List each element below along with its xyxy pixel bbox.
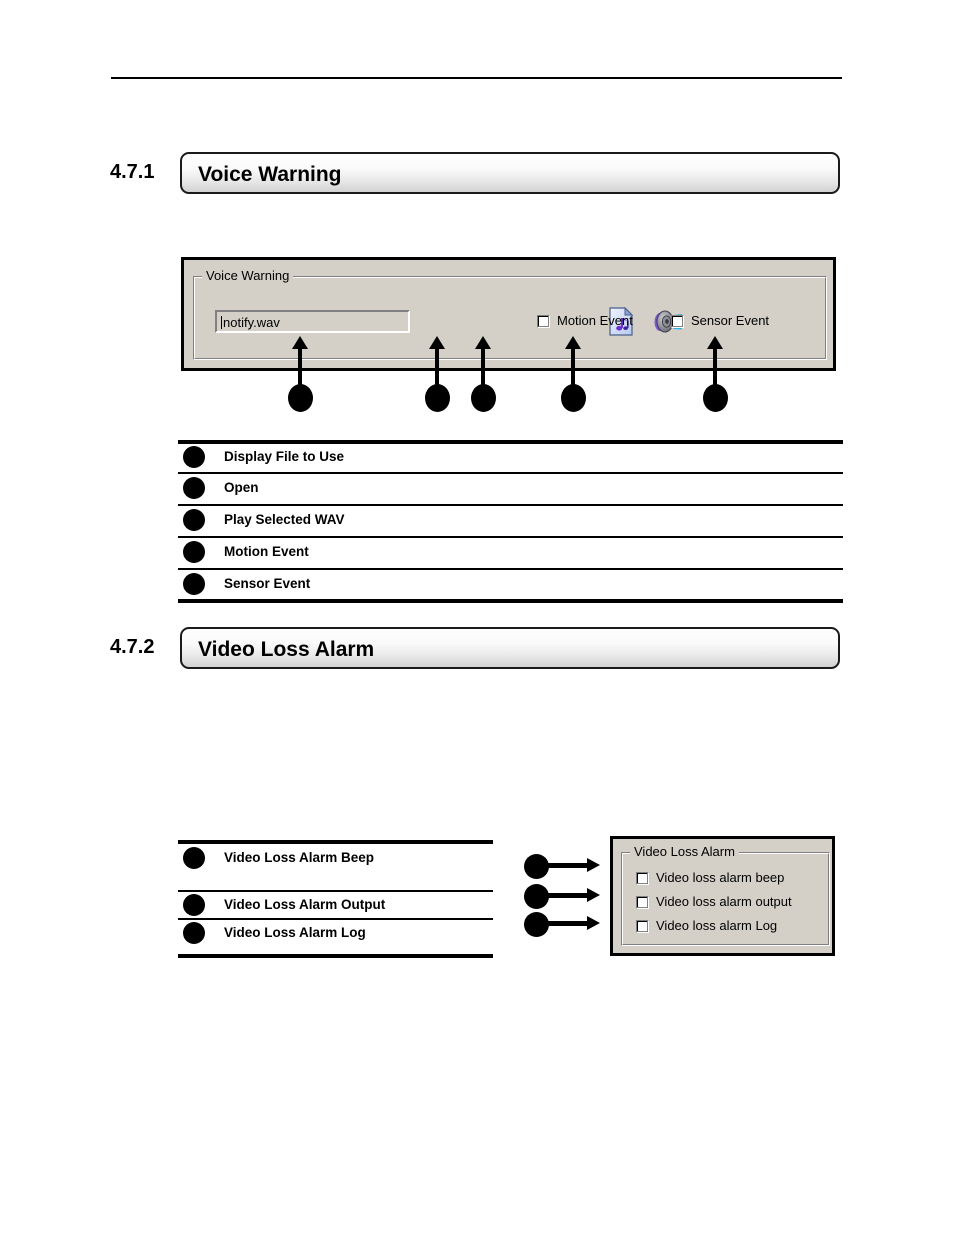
callout-bullet	[183, 573, 205, 595]
section-number: 4.7.1	[110, 161, 155, 183]
checkbox-video-loss-alarm-beep[interactable]: Video loss alarm beep	[636, 870, 784, 886]
callout-label: Display File to Use	[224, 449, 345, 464]
callout-bullet	[183, 541, 205, 563]
callout-label: Video Loss Alarm Beep	[224, 850, 375, 865]
section-number: 4.7.2	[110, 636, 155, 658]
checkbox-icon[interactable]	[671, 314, 684, 328]
checkbox-label: Video loss alarm output	[656, 894, 792, 909]
checkbox-label: Video loss alarm Log	[656, 918, 778, 933]
checkbox-sensor-event[interactable]: Sensor Event	[671, 313, 769, 329]
checkbox-icon[interactable]	[636, 919, 649, 933]
wav-file-value: notify.wav	[223, 315, 280, 330]
checkbox-icon[interactable]	[537, 314, 550, 328]
groupbox-label: Voice Warning	[202, 268, 294, 283]
callout-label: Video Loss Alarm Log	[224, 925, 366, 940]
checkbox-label: Video loss alarm beep	[656, 870, 785, 885]
groupbox-label: Video Loss Alarm	[630, 844, 739, 859]
list-item: Play Selected WAV	[178, 506, 843, 536]
callout-bullet	[183, 477, 205, 499]
checkbox-icon[interactable]	[636, 895, 649, 909]
callout-bullet	[183, 509, 205, 531]
text-caret	[221, 316, 222, 329]
checkbox-video-loss-alarm-log[interactable]: Video loss alarm Log	[636, 918, 777, 934]
checkbox-motion-event[interactable]: Motion Event	[537, 313, 633, 329]
checkbox-icon[interactable]	[636, 871, 649, 885]
voice-warning-dialog: Voice Warning notify.wav Motion Event Se…	[181, 257, 836, 371]
checkbox-video-loss-alarm-output[interactable]: Video loss alarm output	[636, 894, 792, 910]
page-title: Video Loss Alarm	[198, 638, 375, 661]
callout-label: Sensor Event	[224, 576, 311, 591]
section-title-bar: Voice Warning	[180, 152, 840, 194]
checkbox-label: Motion Event	[557, 313, 633, 328]
list-item: Open	[178, 474, 843, 504]
callout-bullet	[183, 894, 205, 916]
list-item: Motion Event	[178, 538, 843, 568]
list-item: Video Loss Alarm Output	[178, 892, 493, 918]
checkbox-label: Sensor Event	[691, 313, 770, 328]
video-loss-alarm-dialog: Video Loss Alarm Video loss alarm beep V…	[610, 836, 835, 956]
page-header-rule	[111, 77, 842, 79]
callout-label: Open	[224, 480, 259, 495]
callout-bullet	[183, 847, 205, 869]
list-rule-bottom	[178, 954, 493, 958]
callout-bullet	[183, 922, 205, 944]
list-item: Display File to Use	[178, 444, 843, 472]
callout-label: Video Loss Alarm Output	[224, 897, 386, 912]
list-rule-bottom	[178, 599, 843, 603]
callout-bullet	[183, 446, 205, 468]
wav-file-input[interactable]: notify.wav	[215, 310, 410, 333]
voice-warning-callout-list: Display File to Use Open Play Selected W…	[178, 440, 843, 603]
list-item: Video Loss Alarm Log	[178, 920, 493, 946]
callout-label: Play Selected WAV	[224, 512, 345, 527]
list-item: Video Loss Alarm Beep	[178, 844, 493, 890]
callout-label: Motion Event	[224, 544, 309, 559]
section-title-bar: Video Loss Alarm	[180, 627, 840, 669]
video-loss-callout-list: Video Loss Alarm Beep Video Loss Alarm O…	[178, 840, 493, 958]
page-title: Voice Warning	[198, 163, 342, 186]
list-item: Sensor Event	[178, 570, 843, 600]
